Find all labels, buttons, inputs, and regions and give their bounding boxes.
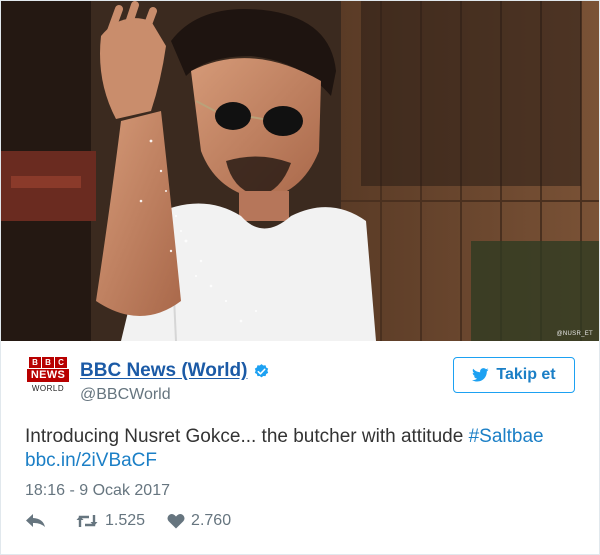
account-handle[interactable]: @BBCWorld — [80, 386, 171, 404]
bbc-logo-news: NEWS — [27, 369, 69, 382]
heart-icon — [167, 513, 185, 529]
retweet-count: 1.525 — [105, 512, 146, 529]
bbc-letter-c: C — [55, 357, 67, 368]
account-display-name[interactable]: BBC News (World) — [80, 360, 247, 382]
follow-button-label: Takip et — [496, 366, 556, 383]
account-name-row: BBC News (World) — [80, 360, 270, 382]
tweet-body-text: Introducing Nusret Gokce... the butcher … — [25, 426, 464, 447]
reply-button[interactable] — [25, 513, 75, 529]
bbc-letter-b1: B — [29, 357, 41, 368]
media-illustration — [1, 1, 599, 341]
like-button[interactable]: 2.760 — [167, 512, 231, 530]
bbc-letter-b2: B — [42, 357, 54, 368]
like-count: 2.760 — [191, 512, 232, 529]
tweet-timestamp[interactable]: 18:16 - 9 Ocak 2017 — [25, 482, 170, 500]
bbc-logo-world: WORLD — [31, 384, 65, 393]
twitter-bird-icon — [472, 368, 489, 382]
follow-button[interactable]: Takip et — [453, 357, 575, 393]
retweet-button[interactable]: 1.525 — [75, 512, 145, 530]
tweet-media-image[interactable]: @NUSR_ET — [1, 1, 599, 341]
bbc-logo-blocks: B B C — [27, 357, 69, 368]
account-avatar[interactable]: B B C NEWS WORLD — [27, 357, 69, 397]
tweet-hashtag-link[interactable]: #Saltbae — [469, 426, 544, 447]
tweet-actions: 1.525 2.760 — [25, 512, 231, 530]
verified-badge-icon — [255, 363, 269, 377]
tweet-url-link[interactable]: bbc.in/2iVBaCF — [25, 450, 157, 472]
retweet-icon — [76, 515, 98, 527]
media-watermark: @NUSR_ET — [556, 331, 593, 337]
reply-icon — [26, 514, 45, 527]
tweet-card: @NUSR_ET B B C NEWS WORLD BBC News (Worl… — [0, 0, 600, 555]
tweet-text: Introducing Nusret Gokce... the butcher … — [25, 426, 544, 448]
